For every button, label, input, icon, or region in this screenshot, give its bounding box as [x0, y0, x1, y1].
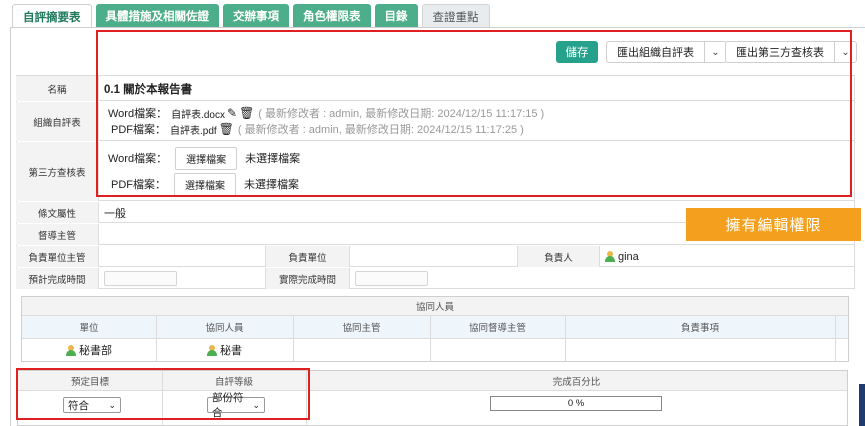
collab-person-cell: 秘書 — [156, 339, 293, 361]
org-pdf-meta: ( 最新修改者 : admin, 最新修改日期: 2024/12/15 11:1… — [237, 124, 524, 136]
name-label: 名稱 — [16, 76, 99, 101]
clause-value: 一般 — [104, 207, 126, 220]
completion-progress-bar: 0 % — [490, 396, 662, 411]
third-word-label: Word檔案： — [108, 153, 168, 165]
chevron-down-icon[interactable]: ⌄ — [704, 42, 726, 62]
scrollbar-edge[interactable] — [859, 384, 865, 426]
user-icon — [207, 344, 217, 356]
expected-date-label: 預計完成時間 — [16, 268, 99, 289]
divider — [162, 371, 163, 426]
grade-header: 自評等級 — [214, 377, 253, 388]
owner-person-label: 負責人 — [517, 246, 600, 267]
divider — [293, 316, 294, 361]
chevron-down-icon: ⌄ — [108, 399, 116, 410]
tab-bar: 自評摘要表 具體措施及相關佐證 交辦事項 角色權限表 目錄 查證重點 — [12, 4, 490, 28]
org-word-meta: ( 最新修改者 : admin, 最新修改日期: 2024/12/15 11:1… — [258, 108, 545, 120]
row-owner — [16, 245, 854, 267]
expected-date-input[interactable] — [104, 271, 177, 286]
org-word-file-link[interactable]: 自評表.docx — [171, 106, 225, 121]
actual-date-label: 實際完成時間 — [265, 268, 350, 289]
collab-person-value: 秘書 — [220, 345, 242, 357]
grid-right-border — [854, 75, 855, 289]
col-collab-person-header: 協同人員 — [205, 323, 244, 334]
tab-catalog[interactable]: 目錄 — [374, 4, 418, 28]
collaborators-title: 協同人員 — [22, 297, 848, 315]
third-pdf-line: PDF檔案： 選擇檔案 未選擇檔案 — [111, 172, 299, 196]
target-header: 預定目標 — [70, 377, 109, 388]
org-form-label: 組織自評表 — [16, 102, 99, 141]
org-word-line: Word檔案： 自評表.docx ✎ 🗑 ( 最新修改者 : admin, 最新… — [108, 105, 544, 121]
user-icon — [605, 251, 615, 262]
actual-date-input[interactable] — [355, 271, 428, 286]
export-third-label[interactable]: 匯出第三方查核表 — [726, 42, 834, 62]
chevron-down-icon[interactable]: ⌄ — [834, 42, 856, 62]
tab-divider — [10, 27, 865, 28]
org-word-label: Word檔案： — [108, 108, 168, 120]
progress-label: 0 % — [567, 398, 585, 409]
third-pdf-label: PDF檔案： — [111, 179, 166, 191]
col-collab-supervisor-header: 協同督導主管 — [468, 323, 526, 334]
grade-select[interactable]: 部份符合 ⌄ — [207, 392, 265, 419]
owner-manager-label: 負責單位主管 — [16, 246, 99, 267]
third-pdf-choose-file-button[interactable]: 選擇檔案 — [174, 172, 236, 196]
trash-icon[interactable]: 🗑 — [219, 122, 234, 136]
tab-assigned-items[interactable]: 交辦事項 — [223, 4, 289, 28]
tab-measures-evidence[interactable]: 具體措施及相關佐證 — [95, 4, 219, 28]
divider — [835, 316, 836, 361]
org-pdf-line: PDF檔案： 自評表.pdf 🗑 ( 最新修改者 : admin, 最新修改日期… — [111, 121, 524, 137]
save-button[interactable]: 儲存 — [556, 41, 598, 63]
third-pdf-no-file: 未選擇檔案 — [244, 179, 299, 191]
edit-permission-badge: 擁有編輯權限 — [686, 208, 861, 241]
clause-label: 條文屬性 — [16, 202, 99, 223]
col-collab-manager-header: 協同主管 — [342, 323, 381, 334]
org-pdf-label: PDF檔案： — [111, 124, 166, 136]
export-third-party-dropdown[interactable]: 匯出第三方查核表 ⌄ — [725, 41, 857, 63]
grade-select-value: 部份符合 — [212, 392, 244, 419]
divider — [565, 316, 566, 361]
report-name: 0.1 關於本報告書 — [104, 83, 193, 96]
collab-unit-value: 秘書部 — [79, 345, 112, 357]
third-word-no-file: 未選擇檔案 — [245, 153, 301, 165]
panel-border — [10, 27, 11, 426]
col-responsibility-header: 負責事項 — [680, 323, 719, 334]
owner-person-value: gina — [618, 250, 639, 263]
third-word-line: Word檔案： 選擇檔案 未選擇檔案 — [108, 146, 301, 170]
col-unit-header: 單位 — [79, 323, 99, 334]
percent-header: 完成百分比 — [552, 377, 601, 388]
chevron-down-icon: ⌄ — [252, 399, 260, 410]
export-org-dropdown[interactable]: 匯出組織自評表 ⌄ — [606, 41, 727, 63]
edit-icon[interactable]: ✎ — [227, 106, 237, 120]
divider — [306, 371, 307, 426]
owner-unit-label: 負責單位 — [265, 246, 350, 267]
target-select-value: 符合 — [68, 399, 89, 412]
trash-icon[interactable]: 🗑 — [239, 106, 254, 120]
user-icon — [66, 344, 76, 356]
collab-unit-cell: 秘書部 — [22, 339, 156, 361]
third-party-label: 第三方查核表 — [16, 142, 99, 201]
third-word-choose-file-button[interactable]: 選擇檔案 — [175, 146, 238, 170]
org-pdf-file-link[interactable]: 自評表.pdf — [170, 122, 217, 137]
tab-self-assessment-summary[interactable]: 自評摘要表 — [12, 4, 92, 28]
tab-verification-points[interactable]: 查證重點 — [421, 4, 490, 28]
target-select[interactable]: 符合 ⌄ — [63, 397, 121, 413]
owner-person: gina — [605, 246, 639, 267]
tab-role-permissions[interactable]: 角色權限表 — [293, 4, 371, 28]
supervisor-label: 督導主管 — [16, 224, 99, 245]
export-org-label[interactable]: 匯出組織自評表 — [607, 42, 704, 62]
divider — [430, 316, 431, 361]
